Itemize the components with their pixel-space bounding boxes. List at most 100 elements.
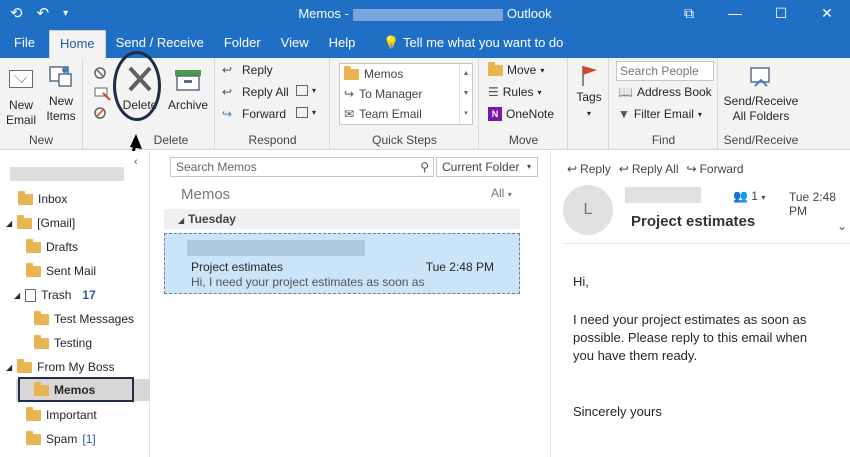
forward-button[interactable]: ↪ Forward — [222, 107, 286, 121]
tab-view[interactable]: View — [271, 30, 319, 58]
folder-spam[interactable]: Spam [1] — [26, 428, 96, 450]
new-items-icon — [49, 66, 72, 87]
folder-icon — [17, 214, 33, 229]
folder-trash[interactable]: ◢ Trash 17 — [14, 284, 96, 306]
chevron-down-icon: ▾ — [540, 65, 545, 75]
trash-icon — [25, 288, 37, 302]
group-quick-steps: Memos ↪ To Manager ✉ Team Email ▲ ▼ ▾ Quic… — [331, 58, 479, 150]
reply-all-button[interactable]: ↩ Reply All — [222, 85, 289, 99]
collapse-pane-icon[interactable]: ‹ — [134, 151, 138, 173]
quick-step-to-manager[interactable]: ↪ To Manager — [340, 84, 472, 104]
tab-file[interactable]: File — [4, 30, 45, 58]
folder-test-messages[interactable]: Test Messages — [34, 308, 134, 330]
expand-header-icon[interactable]: ⌄ — [837, 219, 847, 233]
folder-move-icon — [488, 61, 503, 76]
folder-icon — [26, 406, 41, 421]
reply-all-icon: ↩ — [222, 85, 233, 99]
maximize-button[interactable]: ☐ — [758, 0, 804, 28]
onenote-button[interactable]: N OneNote — [488, 107, 554, 121]
sender-name — [187, 240, 365, 256]
lightbulb-icon: 💡 — [383, 35, 400, 50]
search-memos-input[interactable]: Search Memos ⚲ — [170, 157, 434, 177]
chevron-down-icon: ▾ — [312, 86, 317, 95]
account-name — [10, 167, 124, 181]
reading-pane: ↩ Reply ↩ Reply All ↪ Forward L 👥 1 ▾ Tue 2… — [550, 151, 850, 457]
quick-step-memos[interactable]: Memos — [340, 64, 472, 84]
folder-inbox[interactable]: Inbox — [18, 188, 67, 210]
annotation-circle — [113, 51, 161, 121]
search-icon[interactable]: ⚲ — [420, 158, 429, 176]
reply-icon: ↩ — [567, 162, 578, 176]
reply-all-button[interactable]: ↩ Reply All — [619, 162, 679, 176]
reply-button[interactable]: ↩ Reply — [222, 63, 273, 77]
folder-icon — [344, 65, 359, 80]
filter-email-button[interactable]: ▼ Filter Email ▾ — [618, 107, 702, 121]
message-time: Tue 2:48 PM — [425, 260, 494, 274]
more-icon — [296, 107, 308, 118]
new-items-button[interactable]: New Items — [42, 62, 80, 124]
tab-send-receive[interactable]: Send / Receive — [106, 30, 214, 58]
address-book-button[interactable]: 📖 Address Book — [618, 85, 712, 99]
message-list: Search Memos ⚲ Current Folder ▾ Memos Al… — [162, 151, 538, 457]
chevron-down-icon: ▾ — [761, 193, 766, 202]
quick-steps-gallery: Memos ↪ To Manager ✉ Team Email ▲ ▼ ▾ — [339, 63, 473, 125]
folder-sent-mail[interactable]: Sent Mail — [26, 260, 96, 282]
header-divider — [563, 243, 850, 244]
group-find: 📖 Address Book ▼ Filter Email ▾ Find — [610, 58, 718, 150]
group-tags: Tags ▾ — [569, 58, 609, 150]
sender-avatar: L — [563, 185, 613, 235]
message-preview: Hi, I need your project estimates as soo… — [191, 275, 425, 289]
chevron-down-icon: ▾ — [312, 108, 317, 117]
folder-gmail[interactable]: ◢ [Gmail] — [6, 212, 75, 234]
reply-all-icon: ↩ — [618, 162, 629, 176]
expand-triangle-icon: ◢ — [14, 290, 21, 300]
tab-folder[interactable]: Folder — [214, 30, 271, 58]
quick-step-team-email[interactable]: ✉ Team Email — [340, 104, 472, 124]
send-receive-all-button[interactable]: Send/Receive All Folders — [721, 62, 801, 124]
ignore-cleanup-junk-icons[interactable] — [92, 63, 114, 125]
folder-testing[interactable]: Testing — [34, 332, 92, 354]
reply-icon: ↩ — [222, 63, 233, 77]
folder-from-my-boss[interactable]: ◢ From My Boss — [6, 356, 115, 378]
close-button[interactable]: ✕ — [804, 0, 850, 28]
chevron-down-icon: ▾ — [586, 109, 591, 118]
filter-all-dropdown[interactable]: All ▾ — [491, 186, 512, 200]
message-row[interactable]: Project estimates Tue 2:48 PM Hi, I need… — [164, 233, 520, 294]
more-respond-button[interactable]: ▾ — [296, 107, 316, 118]
tags-button[interactable]: Tags ▾ — [573, 62, 605, 121]
quick-steps-scroll[interactable]: ▲ ▼ ▾ — [459, 64, 472, 124]
rules-icon: ☰ — [488, 85, 499, 99]
collapse-triangle-icon: ◢ — [178, 216, 185, 225]
search-scope-dropdown[interactable]: Current Folder ▾ — [436, 157, 538, 177]
forward-button[interactable]: ↪ Forward — [687, 162, 744, 176]
folder-drafts[interactable]: Drafts — [26, 236, 78, 258]
minimize-button[interactable]: — — [712, 0, 758, 28]
tab-help[interactable]: Help — [319, 30, 366, 58]
rules-button[interactable]: ☰ Rules ▾ — [488, 85, 541, 99]
search-people-input[interactable] — [616, 61, 714, 81]
filter-icon: ▼ — [618, 107, 630, 121]
window-controls: ⧉ — ☐ ✕ — [666, 0, 850, 28]
meeting-button[interactable]: ▾ — [296, 85, 316, 96]
envelope-icon: ✉ — [344, 107, 355, 121]
expand-triangle-icon: ◢ — [6, 362, 13, 372]
tab-home[interactable]: Home — [48, 30, 106, 58]
onenote-icon: N — [488, 107, 502, 121]
ribbon-display-options-button[interactable]: ⧉ — [666, 0, 712, 28]
new-email-button[interactable]: New Email — [4, 62, 38, 128]
tell-me-box[interactable]: 💡 Tell me what you want to do — [373, 30, 573, 58]
chevron-down-icon: ▾ — [537, 87, 542, 97]
folder-important[interactable]: Important — [26, 404, 97, 426]
archive-button[interactable]: Archive — [166, 62, 210, 113]
folder-icon — [18, 190, 33, 205]
annotation-selection-box — [18, 377, 134, 402]
recipients-button[interactable]: 👥 1 ▾ — [733, 189, 765, 203]
sender-name — [625, 187, 701, 203]
arrow-icon: ↪ — [344, 87, 355, 101]
move-button[interactable]: Move ▾ — [488, 61, 545, 77]
reply-button[interactable]: ↩ Reply — [567, 162, 611, 176]
group-header-tuesday[interactable]: ◢ Tuesday — [164, 209, 520, 229]
chevron-down-icon: ▾ — [526, 162, 531, 171]
expand-triangle-icon: ◢ — [6, 218, 13, 228]
group-respond: ↩ Reply ↩ Reply All ↪ Forward ▾ ▾ Respon… — [216, 58, 330, 150]
